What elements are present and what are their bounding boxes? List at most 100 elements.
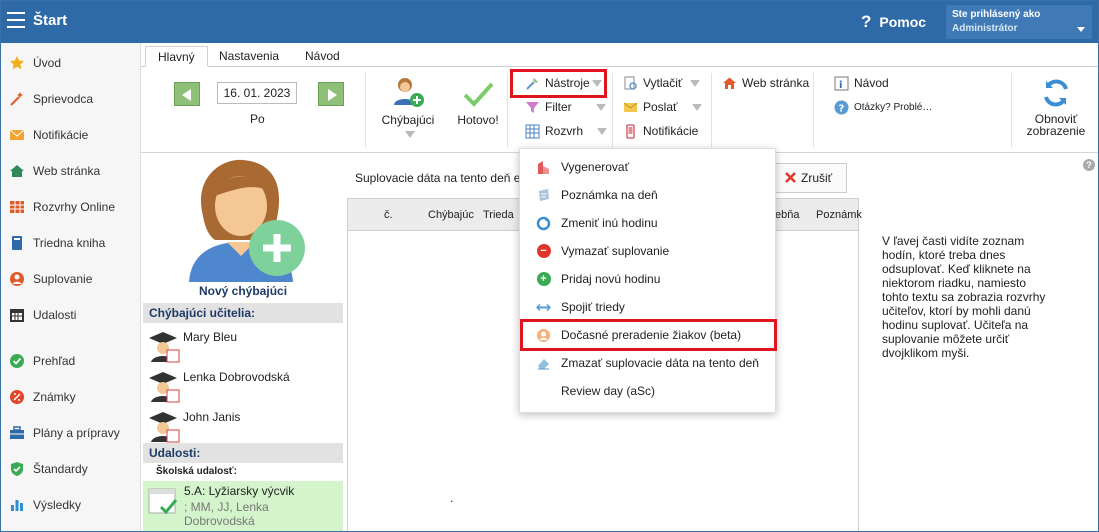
calendar-icon [9,307,25,323]
teacher-item[interactable]: John Janis [147,408,337,448]
menu-item-generate[interactable]: Vygenerovať [520,153,775,181]
print-button[interactable]: Vytlačiť [623,74,701,92]
filter-label: Filter [545,100,572,114]
svg-text:?: ? [839,103,845,114]
book-icon [9,235,25,251]
sidebar-item-notifikacie[interactable]: Notifikácie [1,117,140,153]
chevron-down-icon [690,79,701,87]
refresh-icon [1023,77,1089,113]
sidebar-item-uvod[interactable]: Úvod [1,45,140,81]
timetable-icon [9,199,25,215]
join-arrows-icon [536,300,551,315]
tab-navod[interactable]: Návod [293,46,352,67]
minus-circle-icon: − [536,244,551,259]
user-label: Ste prihlásený ako [952,9,1041,20]
sidebar-item-sprievodca[interactable]: Sprievodca [1,81,140,117]
teacher-name: Mary Bleu [183,330,238,344]
sidebar-item-standardy[interactable]: Štandardy [1,451,140,487]
teacher-item[interactable]: Mary Bleu [147,328,337,368]
school-event-label: Školská udalosť: [156,466,237,477]
print-label: Vytlačiť [643,76,683,90]
sidebar-item-label: Prehľad [33,354,76,368]
faq-button[interactable]: ? Otázky? Problé… [834,98,932,116]
sidebar-item-triedna-kniha[interactable]: Triedna kniha [1,225,140,261]
absent-teachers-header: Chýbajúci učitelia: [143,303,343,323]
plus-circle-icon: + [536,272,551,287]
menu-item-erase-day[interactable]: Zmazať suplovacie dáta na tento deň [520,349,775,377]
help-circle-icon[interactable]: ? [1083,159,1095,171]
top-bar: Štart ? Pomoc Ste prihlásený ako Administ… [1,1,1098,43]
house-icon [9,163,25,179]
sidebar-item-web-stranka[interactable]: Web stránka [1,153,140,189]
help-question-icon: ? [861,12,872,31]
done-button[interactable]: Hotovo! [453,77,503,127]
day-of-week: Po [250,112,265,126]
info-text: V ľavej časti vidíte zoznam hodín, ktoré… [882,234,1046,360]
teacher-item[interactable]: Lenka Dobrovodská [147,368,337,408]
sidebar-item-rozvrhy-online[interactable]: Rozvrhy Online [1,189,140,225]
sidebar-item-udalosti[interactable]: Udalosti [1,297,140,333]
refresh-view-button[interactable]: Obnoviť zobrazenie [1023,77,1089,137]
col-number[interactable]: č. [384,209,393,221]
absent-button[interactable]: Chýbajúci [377,75,439,141]
arrow-right-icon [328,89,337,101]
date-field[interactable]: 16. 01. 2023 [217,82,297,104]
sidebar-item-suplovanie[interactable]: Suplovanie [1,261,140,297]
col-needed[interactable]: ebňa [775,209,799,221]
sidebar-item-plany-a-pripravy[interactable]: Plány a prípravy [1,415,140,451]
event-item[interactable]: 5.A: Lyžiarsky výcvik ; MM, JJ, Lenka Do… [143,481,343,531]
faq-label: Otázky? Problé… [854,101,933,113]
sidebar-item-label: Notifikácie [33,128,89,142]
teacher-name: John Janis [183,410,241,424]
new-absent-avatar[interactable] [181,156,311,282]
erase-icon [536,356,551,371]
menu-hamburger-icon[interactable] [7,12,25,28]
user-menu[interactable]: Ste prihlásený ako Administrátor [946,5,1092,39]
new-absent-label[interactable]: Nový chýbajúci [199,284,287,298]
help-button[interactable]: ? Pomoc [861,12,926,32]
note-icon [536,188,551,203]
menu-item-review-day[interactable]: Review day (aSc) [520,377,775,405]
menu-item-add-hour[interactable]: + Pridaj novú hodinu [520,265,775,293]
sidebar-item-label: Štandardy [33,462,88,476]
web-page-button[interactable]: Web stránka [722,74,809,92]
next-day-button[interactable] [318,82,344,106]
filter-button[interactable]: Filter [525,98,606,116]
col-absent[interactable]: Chýbajúc [428,209,474,221]
sidebar-item-label: Známky [33,390,76,404]
menu-item-label: Spojiť triedy [561,300,625,314]
sidebar-item-vysledky[interactable]: Výsledky [1,487,140,523]
guide-button[interactable]: i Návod [834,74,889,92]
sidebar-item-label: Udalosti [33,308,77,322]
star-icon [9,55,25,71]
menu-item-delete[interactable]: − Vymazať suplovanie [520,237,775,265]
menu-item-join-classes[interactable]: Spojiť triedy [520,293,775,321]
help-label: Pomoc [879,14,927,30]
col-note[interactable]: Poznámk [816,209,862,221]
cancel-button[interactable]: Zrušiť [775,163,847,193]
schedule-label: Rozvrh [545,124,584,138]
sidebar-item-label: Úvod [33,56,62,70]
notifications-button[interactable]: Notifikácie [623,122,698,140]
sidebar-item-prehlad[interactable]: Prehľad [1,343,140,379]
event-title: 5.A: Lyžiarsky výcvik [184,484,295,498]
menu-item-label: Zmeniť inú hodinu [561,216,658,230]
ribbon: 16. 01. 2023 Po Chýbajúci Hotovo! Nástro… [141,67,1098,153]
arrow-left-icon [182,89,191,101]
grid-dot: . [450,491,454,505]
schedule-button[interactable]: Rozvrh [525,122,608,140]
add-teacher-icon [377,75,439,113]
house-icon [722,76,737,91]
absent-label: Chýbajúci [381,113,435,127]
tab-hlavny[interactable]: Hlavný [145,46,208,67]
prev-day-button[interactable] [174,82,200,106]
sidebar: Úvod Sprievodca Notifikácie Web stránka … [1,43,141,531]
menu-item-change-hour[interactable]: Zmeniť inú hodinu [520,209,775,237]
send-button[interactable]: Poslať [623,98,702,116]
sidebar-item-znamky[interactable]: Známky [1,379,140,415]
menu-item-note[interactable]: Poznámka na deň [520,181,775,209]
tab-nastavenia[interactable]: Nastavenia [207,46,291,67]
tools-dropdown-menu: Vygenerovať Poznámka na deň Zmeniť inú h… [519,148,777,413]
wand-icon [9,91,25,107]
col-class[interactable]: Trieda [483,209,514,221]
